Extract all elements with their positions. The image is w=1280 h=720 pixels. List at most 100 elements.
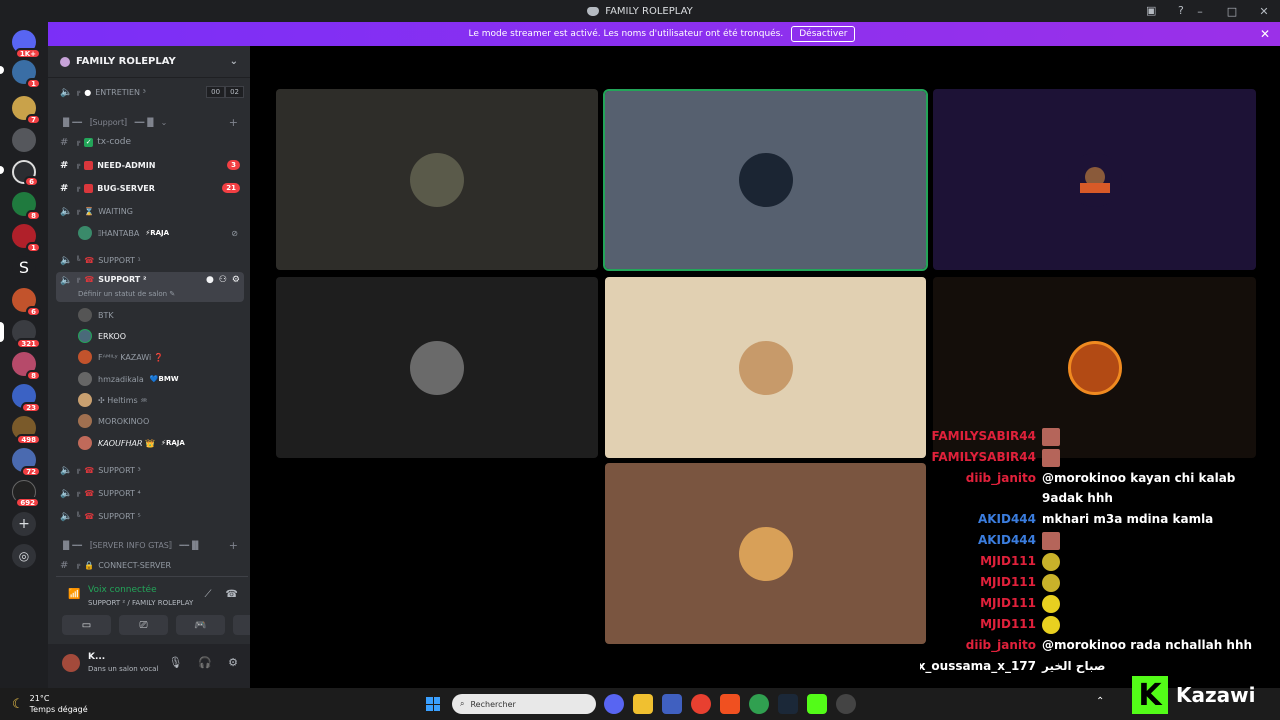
weather-widget[interactable]: ☾ 21°C Temps dégagé [12,693,88,715]
chevron-down-icon[interactable]: ⌄ [230,56,238,67]
kick-icon[interactable] [807,694,827,714]
avatar[interactable] [62,654,80,672]
server-icon[interactable]: 8 [12,352,41,381]
server-icon[interactable]: 6 [12,288,41,317]
voice-member[interactable]: BTK [78,306,238,324]
voice-member[interactable]: ✣ Heltims ♒ [78,391,238,409]
channel-bug-server[interactable]: # ╔ BUG-SERVER 21 [56,178,244,198]
chat-text: @morokinoo rada nchallah hhh [1042,638,1253,652]
server-icon[interactable]: 498 [12,416,41,445]
channel-tx-code[interactable]: # ╔ ✓ tx-code [56,132,244,152]
channel-support-4[interactable]: 🔈 ╔ ☎ SUPPORT ⁴ [56,483,244,503]
minimize-icon[interactable]: – [1184,5,1216,18]
channel-support-3[interactable]: 🔈 ╔ ☎ SUPPORT ³ [56,460,244,480]
invite-icon[interactable]: ⚇ [219,275,227,285]
maximize-icon[interactable]: □ [1216,5,1248,18]
headphones-icon[interactable]: 🎧 [198,656,212,669]
window-title: FAMILY ROLEPLAY [587,6,693,17]
voice-member[interactable]: MOROKINOO [78,412,238,430]
discord-app-icon[interactable] [604,694,624,714]
hourglass-icon: ⌛ [84,206,95,216]
participant-tile[interactable] [603,89,928,271]
voice-member[interactable]: 𝘒𝘈𝘖𝘜𝘍𝘏𝘈𝘙 👑 ⚡RAJA [78,434,238,452]
server-icon[interactable]: 7 [12,96,41,125]
disable-streamer-button[interactable]: Désactiver [791,26,856,42]
unread-badge: 1K+ [14,48,41,59]
member-name: BTK [98,310,114,320]
microphone-icon[interactable]: 🎙 [168,656,182,669]
server-icon[interactable]: 72 [12,448,41,477]
user-counter: 00 02 [206,86,244,98]
server-icon[interactable]: 1 [12,60,41,89]
search-input[interactable]: ⌕ Rechercher [452,694,596,714]
channel-support-5[interactable]: 🔈 ╚ ☎ SUPPORT ⁵ [56,506,244,526]
chat-message: FAMILYSABIR44 [932,426,1256,446]
channel-entretien[interactable]: 🔈 ╔ ● ENTRETIEN ³ 00 02 [56,82,244,102]
voice-member[interactable]: 𝕀HANTABA ⚡RAJA ⊘ [78,224,238,242]
direct-messages-icon[interactable]: 1K+ [12,30,41,59]
noise-suppression-icon[interactable]: ⟋ [205,589,212,600]
server-icon[interactable]: 23 [12,384,41,413]
ticket-icon [84,183,94,193]
participant-tile[interactable] [605,277,926,458]
channel-label: BUG-SERVER [97,183,155,193]
close-window-icon[interactable]: ✕ [1248,5,1280,18]
user-name[interactable]: K... [88,652,105,662]
server-icon[interactable]: 692 [12,480,40,508]
add-channel-icon[interactable]: + [229,539,238,552]
server-icon[interactable]: 8 [12,192,41,221]
close-banner-icon[interactable]: ✕ [1260,27,1270,41]
add-server-icon[interactable]: + [12,512,36,536]
gear-icon[interactable]: ⚙ [232,275,240,285]
chat-icon[interactable]: ● [206,275,214,285]
participant-tile[interactable] [276,89,598,270]
guild-header[interactable]: FAMILY ROLEPLAY ⌄ [48,46,250,78]
disconnect-icon[interactable]: ☎ [226,589,238,600]
voice-member[interactable]: ERKOO [78,327,238,345]
channel-connect-server[interactable]: # ╔ 🔒 CONNECT-SERVER [56,555,244,575]
brave-icon[interactable] [720,694,740,714]
chrome-icon[interactable] [691,694,711,714]
participant-tile[interactable] [276,277,598,458]
inbox-icon[interactable]: ▣ [1146,4,1156,17]
voice-member[interactable]: hmzadikala 💙BMW [78,370,238,388]
category-support[interactable]: ▐▌━━ 〚Support〛 ━━▐▌ ⌄ + [56,114,244,130]
voice-connected-label[interactable]: Voix connectée [88,585,157,595]
speaker-icon: 🔈 [60,275,73,286]
add-channel-icon[interactable]: + [229,116,238,129]
kazawi-logo-icon [1079,166,1110,193]
server-icon[interactable]: 1 [12,224,41,253]
start-icon[interactable] [426,697,440,711]
explore-icon[interactable]: ◎ [12,544,36,568]
chrome-icon[interactable] [749,694,769,714]
unread-dot [0,66,4,74]
participant-tile[interactable] [605,463,926,644]
screen-share-icon[interactable]: ⎚ [119,615,168,635]
chat-username: FAMILYSABIR44 [931,429,1036,443]
obs-icon[interactable] [836,694,856,714]
server-icon[interactable]: S [12,256,36,280]
channel-status-prompt[interactable]: Définir un statut de salon ✎ [78,290,175,298]
help-icon[interactable]: ? [1178,4,1184,17]
channel-support-1[interactable]: 🔈 ╚ ☎ SUPPORT ¹ [56,250,244,270]
server-icon[interactable]: 321 [12,320,41,349]
chat-message: MJID111 [980,551,1256,571]
channel-label: SUPPORT ¹ [98,255,141,265]
emote-icon [1042,552,1060,571]
voice-member[interactable]: Fᴬᴹᴵᴸʸ KAZAWi ❓ [78,348,238,366]
server-icon[interactable]: 6 [12,160,39,187]
participant-tile[interactable] [933,89,1256,270]
activity-icon[interactable]: 🎮 [176,615,225,635]
channel-waiting[interactable]: 🔈 ╔ ⌛ WAITING [56,201,244,221]
camera-off-icon[interactable]: ▭ [62,615,111,635]
file-explorer-icon[interactable] [633,694,653,714]
steam-icon[interactable] [778,694,798,714]
server-icon[interactable] [12,128,36,152]
tray-chevron-icon[interactable]: ⌃ [1096,696,1104,707]
category-server-info[interactable]: ▐▌━━ 〚SERVER INFO GTAS〛 ━━▐▌ + [56,537,244,553]
voice-location[interactable]: SUPPORT ² / FAMILY ROLEPLAY [88,599,193,607]
chat-username: MJID111 [980,617,1036,631]
channel-need-admin[interactable]: # ╔ NEED-ADMIN 3 [56,155,244,175]
gear-icon[interactable]: ⚙ [228,656,238,669]
app-icon[interactable] [662,694,682,714]
